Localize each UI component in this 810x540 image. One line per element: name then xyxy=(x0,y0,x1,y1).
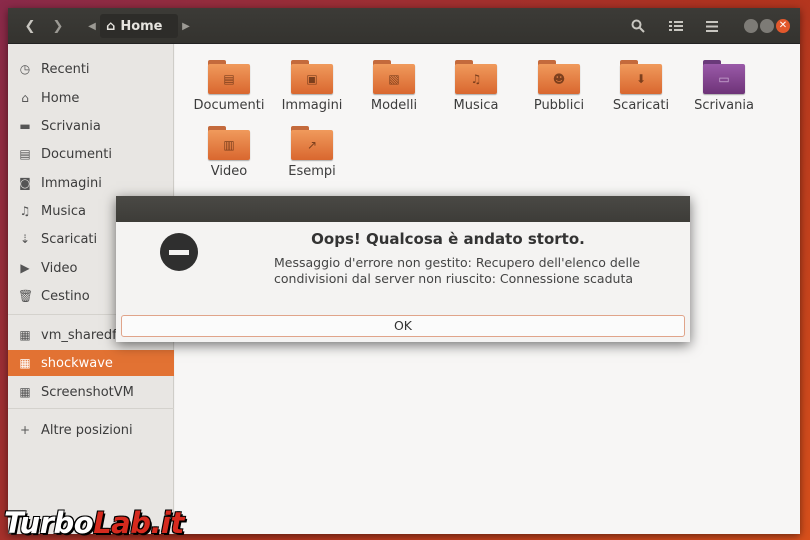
sidebar-item-label: Video xyxy=(41,260,78,276)
close-icon: ✕ xyxy=(778,20,788,31)
watermark-logo: TurboLab.it xyxy=(4,506,184,540)
search-button[interactable] xyxy=(626,14,650,38)
sidebar-item-label: Scaricati xyxy=(41,231,98,247)
network-icon: ▦ xyxy=(19,356,31,370)
plus-icon: + xyxy=(19,423,31,437)
path-label: Home xyxy=(120,18,163,34)
list-view-icon xyxy=(669,21,683,31)
watermark-part2: Lab.it xyxy=(93,506,184,540)
forward-button[interactable]: ❯ xyxy=(46,14,70,38)
maximize-button[interactable] xyxy=(760,19,774,33)
folder-label: Video xyxy=(210,164,248,179)
folder-label: Scrivania xyxy=(694,98,754,113)
folder-scaricati[interactable]: ⬇ Scaricati xyxy=(600,56,682,120)
sidebar-item-label: shockwave xyxy=(41,355,113,371)
folder-pubblici[interactable]: ☻ Pubblici xyxy=(518,56,600,120)
triangle-left-icon: ◀ xyxy=(88,20,96,32)
folder-musica[interactable]: ♫ Musica xyxy=(435,56,517,120)
image-emblem-icon: ▣ xyxy=(306,72,318,86)
folder-label: Immagini xyxy=(281,98,343,113)
sidebar-item-screenshotvm[interactable]: ▦ ScreenshotVM xyxy=(8,379,174,405)
folder-label: Scaricati xyxy=(612,98,670,113)
folder-documenti[interactable]: ▤ Documenti xyxy=(188,56,270,120)
sidebar-item-home[interactable]: ⌂ Home xyxy=(8,85,174,111)
sidebar-item-scrivania[interactable]: ▬ Scrivania xyxy=(8,113,174,139)
sidebar-item-altre-posizioni[interactable]: + Altre posizioni xyxy=(8,417,174,443)
sidebar-item-immagini[interactable]: ◙ Immagini xyxy=(8,170,174,196)
watermark-part1: Turbo xyxy=(4,506,94,540)
hamburger-icon xyxy=(706,20,718,32)
error-icon xyxy=(160,233,198,271)
sidebar-item-label: Immagini xyxy=(41,175,102,191)
path-scroll-left-button[interactable]: ◀ xyxy=(86,14,98,38)
back-button[interactable]: ❮ xyxy=(18,14,42,38)
document-icon: ▤ xyxy=(19,147,31,161)
folder-label: Documenti xyxy=(193,98,265,113)
clock-icon: ◷ xyxy=(19,62,31,76)
view-list-button[interactable] xyxy=(664,14,688,38)
sidebar-item-label: Musica xyxy=(41,203,86,219)
sidebar-item-label: Recenti xyxy=(41,61,90,77)
dialog-message: Messaggio d'errore non gestito: Recupero… xyxy=(274,255,641,286)
folder-esempi[interactable]: ↗ Esempi xyxy=(271,122,353,186)
sidebar-item-label: Cestino xyxy=(41,288,90,304)
home-icon: ⌂ xyxy=(106,18,116,34)
close-window-button[interactable]: ✕ xyxy=(776,19,790,33)
folder-video[interactable]: ▥ Video xyxy=(188,122,270,186)
download-emblem-icon: ⬇ xyxy=(635,72,647,86)
folder-modelli[interactable]: ▧ Modelli xyxy=(353,56,435,120)
dialog-heading: Oops! Qualcosa è andato storto. xyxy=(311,230,585,248)
sidebar-item-label: Altre posizioni xyxy=(41,422,133,438)
path-scroll-right-button[interactable]: ▶ xyxy=(180,14,192,38)
sidebar-item-label: Scrivania xyxy=(41,118,101,134)
home-icon: ⌂ xyxy=(21,91,29,105)
film-emblem-icon: ▥ xyxy=(223,138,235,152)
path-button-home[interactable]: ⌂ Home xyxy=(100,14,178,38)
folder-immagini[interactable]: ▣ Immagini xyxy=(271,56,353,120)
sidebar-item-recenti[interactable]: ◷ Recenti xyxy=(8,56,174,82)
sidebar-item-shockwave[interactable]: ▦ shockwave xyxy=(8,350,174,376)
dialog-titlebar xyxy=(116,196,690,222)
search-icon xyxy=(631,19,645,33)
folder-scrivania[interactable]: ▭ Scrivania xyxy=(683,56,765,120)
template-emblem-icon: ▧ xyxy=(388,72,400,86)
desktop-emblem-icon: ▭ xyxy=(718,72,730,86)
chevron-right-icon: ❯ xyxy=(52,18,64,34)
camera-icon: ◙ xyxy=(19,176,31,190)
folder-label: Pubblici xyxy=(533,98,585,113)
sidebar-separator xyxy=(8,408,174,409)
sidebar-item-label: Documenti xyxy=(41,146,112,162)
network-icon: ▦ xyxy=(19,328,31,342)
folder-label: Modelli xyxy=(370,98,418,113)
minimize-button[interactable] xyxy=(744,19,758,33)
music-icon: ♫ xyxy=(19,204,31,218)
triangle-right-icon: ▶ xyxy=(182,20,190,32)
music-emblem-icon: ♫ xyxy=(470,72,482,86)
folder-label: Esempi xyxy=(288,164,336,179)
document-emblem-icon: ▤ xyxy=(223,72,235,86)
menu-button[interactable] xyxy=(700,14,724,38)
folder-label: Musica xyxy=(453,98,499,113)
folder-icon: ▬ xyxy=(19,119,31,133)
network-icon: ▦ xyxy=(19,385,31,399)
trash-icon: 🗑 xyxy=(18,289,34,303)
person-emblem-icon: ☻ xyxy=(552,72,566,86)
error-dialog: Oops! Qualcosa è andato storto. Messaggi… xyxy=(116,196,690,342)
chevron-left-icon: ❮ xyxy=(24,18,36,34)
sidebar-item-label: Home xyxy=(41,90,80,106)
ok-button[interactable]: OK xyxy=(121,315,685,337)
dialog-body: Oops! Qualcosa è andato storto. Messaggi… xyxy=(116,222,690,342)
header-bar: ❮ ❯ ◀ ⌂ Home ▶ ✕ xyxy=(8,8,800,44)
link-emblem-icon: ↗ xyxy=(306,138,318,152)
video-icon: ▶ xyxy=(20,261,30,275)
download-icon: ⇣ xyxy=(19,232,31,246)
sidebar-item-label: ScreenshotVM xyxy=(41,384,134,400)
sidebar-item-documenti[interactable]: ▤ Documenti xyxy=(8,141,174,167)
